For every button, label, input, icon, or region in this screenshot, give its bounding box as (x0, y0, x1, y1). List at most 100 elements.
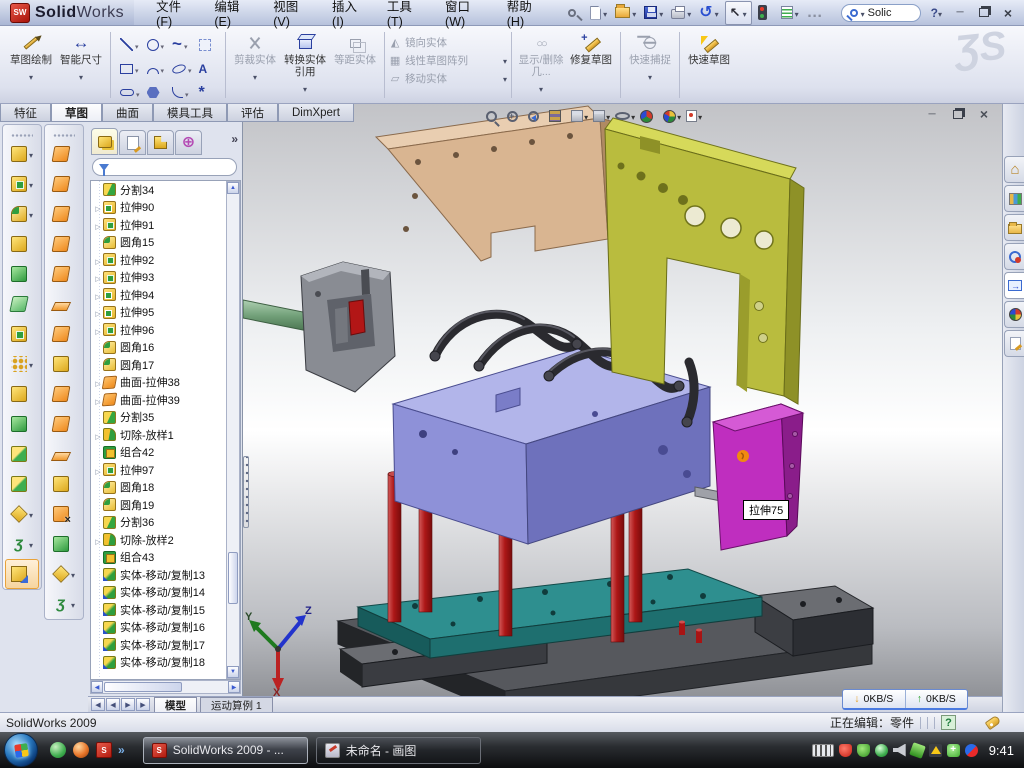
commandmanager-tab[interactable]: 草图 (51, 103, 102, 122)
dropdown-caret-icon[interactable] (584, 107, 588, 125)
offset-surface-icon[interactable] (47, 319, 81, 349)
feature-tree-item[interactable]: 圆角18 (91, 479, 240, 497)
commandmanager-tab[interactable]: 模具工具 (153, 104, 227, 122)
feature-tree-item[interactable]: 实体-移动/复制13 (91, 566, 240, 584)
dropdown-caret-icon[interactable] (603, 4, 607, 22)
feature-tree-item[interactable]: 曲面-拉伸39 (91, 391, 240, 409)
feature-tree-item[interactable]: 组合42 (91, 444, 240, 462)
feature-tree-item[interactable]: 实体-移动/复制16 (91, 619, 240, 637)
graphics-viewport[interactable]: Y Z X (243, 104, 1002, 698)
feature-tree-item[interactable]: 拉伸91 (91, 216, 240, 234)
dropdown-caret-icon[interactable] (135, 36, 139, 54)
lofted-surface-icon[interactable] (47, 229, 81, 259)
extruded-surface-icon[interactable] (47, 139, 81, 169)
display-style-icon[interactable] (592, 106, 611, 126)
move-copy-body-icon[interactable] (5, 469, 39, 499)
feature-tree-item[interactable]: 拉伸90 (91, 199, 240, 217)
restore-button[interactable] (976, 6, 992, 20)
green-plus-icon[interactable] (947, 744, 960, 757)
move-entities-button[interactable]: 移动实体 (389, 71, 507, 86)
menu-item[interactable]: 编辑(E) (202, 0, 261, 26)
pplive-icon[interactable] (73, 742, 89, 758)
select-icon[interactable] (725, 1, 752, 25)
menu-item[interactable]: 文件(F) (144, 0, 202, 26)
ellipse-icon[interactable] (169, 57, 195, 80)
dropdown-caret-icon[interactable] (632, 4, 636, 22)
design-library-tab[interactable] (1004, 185, 1024, 212)
feature-tree-item[interactable]: 分割34 (91, 181, 240, 199)
expand-arrow-icon[interactable] (93, 216, 103, 234)
rectangle-icon[interactable] (117, 57, 143, 80)
previous-view-icon[interactable] (527, 106, 545, 126)
rib-icon[interactable] (5, 379, 39, 409)
toolbar-overflow-icon[interactable] (805, 2, 831, 24)
spline-icon[interactable] (169, 33, 195, 56)
trim-surface-icon[interactable] (47, 409, 81, 439)
tree-vertical-scrollbar[interactable]: ▲ ▼ (226, 181, 240, 679)
dropdown-caret-icon[interactable] (715, 4, 719, 22)
scroll-left-button[interactable]: ◀ (91, 681, 103, 693)
sketch-button[interactable]: 草图绘制 (6, 30, 56, 85)
boundary-surface-icon[interactable] (47, 259, 81, 289)
dropdown-caret-icon[interactable] (743, 4, 747, 22)
doc-restore-button[interactable] (950, 107, 966, 121)
dropdown-caret-icon[interactable] (29, 355, 33, 373)
feature-tree-item[interactable]: 圆角17 (91, 356, 240, 374)
swept-surface-icon[interactable] (47, 199, 81, 229)
feature-tree-item[interactable]: 组合43 (91, 549, 240, 567)
knit-surface-icon[interactable] (47, 469, 81, 499)
task-button[interactable]: 未命名 - 画图 (316, 737, 481, 764)
undo-icon[interactable] (697, 2, 720, 24)
slot-icon[interactable] (117, 81, 143, 104)
open-icon[interactable] (613, 2, 638, 24)
search-caret-icon[interactable] (861, 4, 865, 22)
dropdown-caret-icon[interactable] (677, 107, 681, 125)
minimize-button[interactable] (952, 6, 968, 20)
apply-scene-icon[interactable] (662, 106, 682, 126)
help-caret-icon[interactable] (938, 4, 942, 22)
status-help-icon[interactable]: ? (941, 715, 956, 730)
scroll-right-button[interactable]: ▶ (228, 681, 240, 693)
linear-pattern-icon[interactable] (5, 349, 39, 379)
expand-arrow-icon[interactable] (93, 461, 103, 479)
property-manager-tab[interactable] (119, 130, 146, 155)
dropdown-caret-icon[interactable] (136, 84, 140, 102)
commandmanager-tab[interactable]: 评估 (227, 104, 278, 122)
green-shield-icon[interactable] (857, 744, 870, 757)
mirror-entities-button[interactable]: 镜向实体 (389, 35, 507, 50)
dropdown-caret-icon[interactable] (795, 4, 799, 22)
appearances-tab[interactable] (1004, 301, 1024, 328)
last-tab-button[interactable]: ▶ (136, 698, 150, 711)
tree-horizontal-scrollbar[interactable]: ◀ ▶ (90, 680, 241, 694)
solidworks-search-tab[interactable] (1004, 243, 1024, 270)
offset-entities-button[interactable]: 等距实体 (330, 30, 380, 66)
quick-snaps-button[interactable]: 快速捕捉 (625, 30, 675, 85)
scroll-down-button[interactable]: ▼ (227, 666, 239, 678)
solidworks-icon[interactable] (96, 742, 112, 758)
save-icon[interactable] (642, 2, 665, 24)
view-settings-icon[interactable] (685, 106, 703, 126)
doc-close-button[interactable] (976, 107, 992, 121)
assembly-model[interactable]: Y Z X (243, 104, 1002, 698)
split-icon[interactable] (5, 439, 39, 469)
shell-icon[interactable] (5, 259, 39, 289)
task-button[interactable]: SolidWorks 2009 - ... (143, 737, 308, 764)
scroll-thumb[interactable] (228, 552, 238, 604)
feature-tree-item[interactable]: 分割35 (91, 409, 240, 427)
combine-icon[interactable] (5, 409, 39, 439)
quick-launch-overflow[interactable]: » (118, 743, 125, 757)
swept-boss-icon[interactable] (5, 229, 39, 259)
search-box[interactable] (841, 4, 921, 22)
feature-manager-tab[interactable] (91, 128, 118, 155)
arc-icon[interactable] (144, 57, 169, 80)
input-method-icon[interactable] (812, 744, 834, 757)
start-button[interactable] (4, 733, 38, 767)
zoom-to-fit-icon[interactable] (485, 106, 503, 126)
net-speed-widget[interactable]: 0KB/S 0KB/S (842, 689, 968, 710)
untrim-surface-icon[interactable] (47, 439, 81, 469)
messenger-icon[interactable] (50, 742, 66, 758)
feature-tree-item[interactable]: 拉伸92 (91, 251, 240, 269)
dropdown-caret-icon[interactable] (29, 205, 33, 223)
feature-tree-item[interactable]: 拉伸93 (91, 269, 240, 287)
red-shield-icon[interactable] (839, 744, 852, 757)
